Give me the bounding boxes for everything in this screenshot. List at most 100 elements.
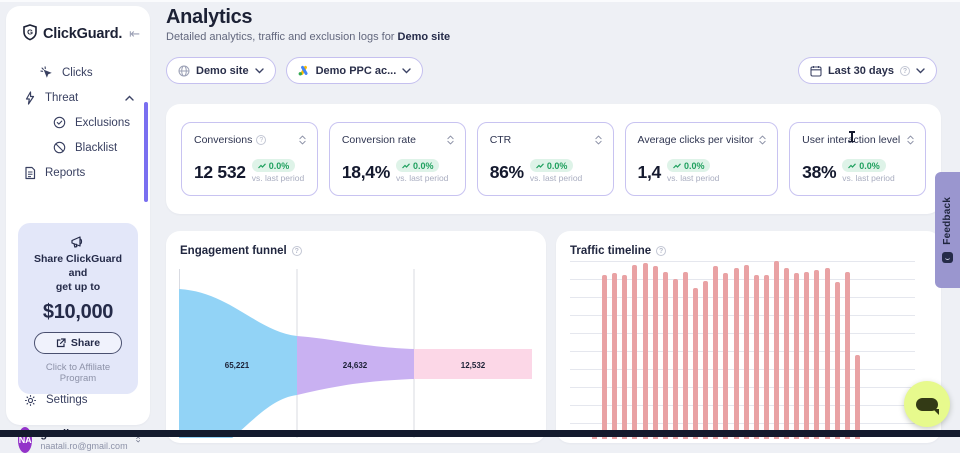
sidebar-item-label: Blacklist	[75, 142, 117, 154]
check-circle-icon	[53, 116, 66, 129]
google-ads-icon	[298, 65, 310, 76]
account-email: naatali.ro@gmail.com	[40, 441, 127, 451]
sort-icon[interactable]	[759, 135, 766, 145]
filter-row: Demo site Demo PPC ac...	[166, 57, 423, 84]
sidebar-item-label: Clicks	[62, 67, 93, 79]
chat-bubble-icon	[916, 398, 938, 411]
sidebar-item-exclusions[interactable]: Exclusions	[6, 110, 150, 135]
share-button[interactable]: Share	[34, 332, 122, 354]
megaphone-icon	[70, 235, 86, 249]
kpi-period: vs. last period	[530, 173, 582, 183]
kpi-value: 18,4%	[342, 162, 390, 183]
affiliate-program-link[interactable]: Click to Affiliate Program	[28, 362, 128, 384]
funnel-value-label: 12,532	[461, 361, 486, 370]
info-icon[interactable]: ?	[292, 246, 302, 256]
feedback-tab[interactable]: Feedback	[935, 172, 960, 288]
sidebar-item-settings[interactable]: Settings	[6, 394, 150, 407]
globe-icon	[178, 65, 190, 77]
sort-icon[interactable]	[907, 135, 914, 145]
feedback-smiley-icon	[942, 252, 953, 263]
kpi-card-ctr: CTR 86% 0.0% vs. last period	[477, 122, 614, 196]
traffic-bar	[754, 275, 759, 439]
traffic-bar	[774, 261, 779, 439]
subtitle-text: Detailed analytics, traffic and exclusio…	[166, 31, 398, 43]
document-icon	[24, 166, 36, 180]
change-badge: 0.0%	[667, 159, 711, 172]
text-cursor	[851, 131, 853, 142]
kpi-value: 1,4	[638, 162, 661, 183]
funnel-value-label: 24,632	[343, 361, 368, 370]
sort-icon[interactable]	[595, 135, 602, 145]
external-link-icon	[56, 338, 66, 348]
sidebar-item-threat[interactable]: Threat	[6, 85, 150, 110]
kpi-delta: 0.0% vs. last period	[667, 159, 719, 183]
change-badge: 0.0%	[396, 159, 440, 172]
ppc-account-value: Demo PPC ac...	[316, 65, 397, 77]
sidebar-item-clicks[interactable]: Clicks	[6, 60, 150, 85]
kpi-period: vs. last period	[842, 173, 894, 183]
change-badge: 0.0%	[842, 159, 886, 172]
promo-text: Share ClickGuard and get up to	[28, 252, 128, 295]
traffic-bar	[673, 279, 678, 439]
bottom-bar	[0, 430, 960, 437]
traffic-bar	[764, 275, 769, 439]
sidebar-scrollbar-thumb[interactable]	[144, 102, 148, 202]
gear-icon	[24, 394, 37, 407]
kpi-card-conversions: Conversions ? 12 532 0.0% vs. last perio…	[181, 122, 318, 196]
sidebar-item-blacklist[interactable]: Blacklist	[6, 135, 150, 160]
threat-icon	[24, 91, 36, 105]
ppc-account-dropdown[interactable]: Demo PPC ac...	[286, 57, 424, 84]
traffic-title: Traffic timeline ?	[570, 245, 941, 257]
sidebar: G ClickGuard. ⇤ Clicks Threat Exclusions…	[6, 6, 150, 425]
traffic-bar	[612, 273, 617, 439]
sidebar-item-reports[interactable]: Reports	[6, 160, 150, 185]
sidebar-item-label: Exclusions	[75, 117, 130, 129]
kpi-period: vs. last period	[396, 173, 448, 183]
traffic-bars	[592, 261, 860, 439]
funnel-chart: 65,221 24,632 12,532	[178, 263, 532, 438]
kpi-period: vs. last period	[667, 173, 719, 183]
chevron-up-icon[interactable]	[125, 95, 134, 101]
affiliate-promo-card: Share ClickGuard and get up to $10,000 S…	[18, 223, 138, 394]
traffic-bar	[713, 266, 718, 439]
sidebar-item-label: Threat	[45, 92, 78, 104]
sort-icon[interactable]	[299, 135, 306, 145]
date-range-value: Last 30 days	[828, 65, 894, 77]
info-icon[interactable]: ?	[656, 246, 666, 256]
date-range-dropdown[interactable]: Last 30 days ?	[798, 57, 937, 84]
kpi-card-avg-clicks: Average clicks per visitor 1,4 0.0% vs. …	[625, 122, 779, 196]
kpi-value: 12 532	[194, 162, 246, 183]
traffic-bar	[744, 265, 749, 439]
feedback-label: Feedback	[942, 197, 953, 245]
logo: G ClickGuard. ⇤	[6, 20, 150, 44]
site-filter-value: Demo site	[196, 65, 249, 77]
subtitle-site-name: Demo site	[398, 31, 451, 43]
logo-text: ClickGuard.	[43, 26, 122, 42]
traffic-bar	[784, 268, 789, 439]
collapse-sidebar-icon[interactable]: ⇤	[129, 26, 140, 42]
account-switcher[interactable]: NA gmail.com naatali.ro@gmail.com	[6, 425, 150, 453]
traffic-bar	[845, 272, 850, 439]
traffic-bar	[632, 265, 637, 439]
funnel-title: Engagement funnel ?	[180, 245, 546, 257]
kpi-value: 38%	[802, 162, 836, 183]
kpi-label: Average clicks per visitor	[638, 134, 754, 146]
chevron-down-icon	[916, 68, 925, 74]
sidebar-item-label: Reports	[45, 167, 85, 179]
traffic-bar	[734, 268, 739, 439]
trend-up-icon	[258, 163, 266, 169]
trend-up-icon	[673, 163, 681, 169]
info-icon[interactable]: ?	[256, 135, 266, 145]
traffic-timeline-card: Traffic timeline ?	[556, 231, 941, 443]
page-title: Analytics	[166, 6, 252, 29]
kpi-card-user-interaction: User interaction level 38% 0.0% vs. last…	[789, 122, 926, 196]
sidebar-nav: Clicks Threat Exclusions Blacklist Repor…	[6, 60, 150, 185]
funnel-value-label: 65,221	[225, 361, 250, 370]
change-badge: 0.0%	[530, 159, 574, 172]
chat-widget-button[interactable]	[904, 381, 950, 427]
sort-icon[interactable]	[447, 135, 454, 145]
settings-label: Settings	[46, 394, 88, 406]
page-subtitle: Detailed analytics, traffic and exclusio…	[166, 31, 450, 43]
calendar-icon	[810, 65, 822, 77]
site-filter-dropdown[interactable]: Demo site	[166, 57, 276, 84]
